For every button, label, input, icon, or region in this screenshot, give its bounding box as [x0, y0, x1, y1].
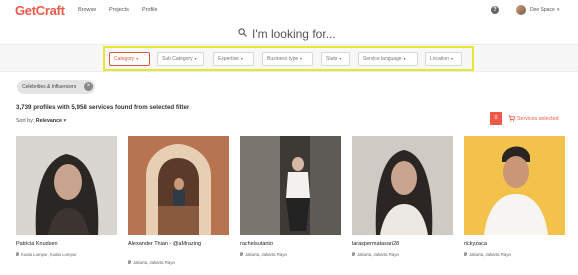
chevron-down-icon: ▾ — [339, 56, 342, 61]
profile-name[interactable]: Alexander Thian - @aMrazing — [128, 240, 238, 248]
profile-location: Kuala Lumpur, Kuala Lumpur — [16, 252, 77, 257]
profile-photo[interactable] — [16, 136, 117, 235]
chevron-down-icon: ▾ — [300, 56, 303, 61]
filter-label: Stats — [326, 56, 338, 62]
services-count-badge[interactable]: 0 — [490, 112, 502, 125]
profile-card[interactable]: Alexander Thian - @aMrazing Jakarta, Jak… — [128, 136, 229, 265]
user-avatar[interactable] — [516, 5, 526, 15]
profile-name[interactable]: rachelsutanto — [240, 240, 350, 248]
profile-photo[interactable] — [240, 136, 341, 235]
location-text: Jakarta, Jakarta Raya — [245, 252, 287, 257]
profile-location: Jakarta, Jakarta Raya — [352, 252, 399, 257]
location-text: Kuala Lumpur, Kuala Lumpur — [21, 252, 77, 257]
filter-expertise[interactable]: Expertise ▾ — [213, 52, 254, 66]
chevron-down-icon: ▾ — [240, 56, 243, 61]
chevron-down-icon: ▾ — [136, 56, 139, 61]
top-navbar: GetCraft Browse Projects Profile ? Dee S… — [0, 0, 578, 22]
nav-browse[interactable]: Browse — [78, 7, 96, 13]
filter-location[interactable]: Location ▾ — [425, 52, 462, 66]
location-pin-icon — [240, 252, 243, 256]
chevron-down-icon: ▾ — [450, 56, 453, 61]
filter-business-type[interactable]: Business type ▾ — [262, 52, 313, 66]
sort-control[interactable]: Sort by: Relevance ▾ — [16, 118, 66, 124]
nav-projects[interactable]: Projects — [109, 7, 129, 13]
search-icon[interactable] — [238, 28, 247, 37]
getcraft-logo[interactable]: GetCraft — [15, 3, 65, 18]
profile-photo[interactable] — [128, 136, 229, 235]
filter-service-language[interactable]: Service language ▾ — [358, 52, 418, 66]
profile-name[interactable]: rickyzaca — [464, 240, 574, 248]
search-input[interactable] — [252, 26, 372, 42]
chevron-down-icon: ▾ — [403, 56, 406, 61]
chevron-down-icon[interactable]: ▾ — [557, 7, 560, 13]
cart-icon[interactable] — [508, 115, 515, 122]
filter-label: Expertise — [218, 56, 239, 62]
profile-photo[interactable] — [352, 136, 453, 235]
results-summary: 3,739 profiles with 5,958 services found… — [16, 104, 190, 111]
profile-name[interactable]: Patricia Knudsen — [16, 240, 126, 248]
services-selected-link[interactable]: Services selected — [517, 116, 559, 122]
chip-label: Celebrities & Influencers — [22, 84, 77, 90]
location-pin-icon — [128, 260, 131, 264]
filter-sub-category[interactable]: Sub Category ▾ — [157, 52, 204, 66]
filter-category[interactable]: Category ▾ — [109, 52, 150, 66]
profile-photo[interactable] — [464, 136, 565, 235]
location-pin-icon — [464, 252, 467, 256]
location-text: Jakarta, Jakarta Raya — [133, 260, 175, 265]
profile-location: Jakarta, Jakarta Raya — [128, 260, 175, 265]
location-text: Jakarta, Jakarta Raya — [469, 252, 511, 257]
nav-profile[interactable]: Profile — [142, 7, 158, 13]
search-bar — [234, 26, 374, 42]
close-icon[interactable]: × — [84, 82, 93, 91]
profile-card[interactable]: rickyzaca Jakarta, Jakarta Raya — [464, 136, 565, 257]
filter-label: Category — [114, 56, 135, 62]
chevron-down-icon: ▾ — [63, 118, 67, 124]
location-text: Jakarta, Jakarta Raya — [357, 252, 399, 257]
help-icon[interactable]: ? — [491, 6, 499, 14]
filter-label: Location — [430, 56, 449, 62]
filter-stats[interactable]: Stats ▾ — [321, 52, 350, 66]
profile-location: Jakarta, Jakarta Raya — [240, 252, 287, 257]
filter-label: Service language — [363, 56, 402, 62]
profile-card[interactable]: Patricia Knudsen Kuala Lumpur, Kuala Lum… — [16, 136, 117, 257]
location-pin-icon — [16, 252, 19, 256]
location-pin-icon — [352, 252, 355, 256]
profile-card[interactable]: laraspermatasari28 Jakarta, Jakarta Raya — [352, 136, 453, 257]
profile-name[interactable]: laraspermatasari28 — [352, 240, 462, 248]
user-name[interactable]: Dee Space — [530, 7, 555, 13]
sort-label: Sort by: — [16, 118, 35, 124]
profile-location: Jakarta, Jakarta Raya — [464, 252, 511, 257]
profile-card[interactable]: rachelsutanto Jakarta, Jakarta Raya — [240, 136, 341, 257]
filter-label: Business type — [267, 56, 299, 62]
sort-value[interactable]: Relevance — [36, 118, 62, 124]
chevron-down-icon: ▾ — [194, 56, 197, 61]
filter-label: Sub Category — [162, 56, 193, 62]
